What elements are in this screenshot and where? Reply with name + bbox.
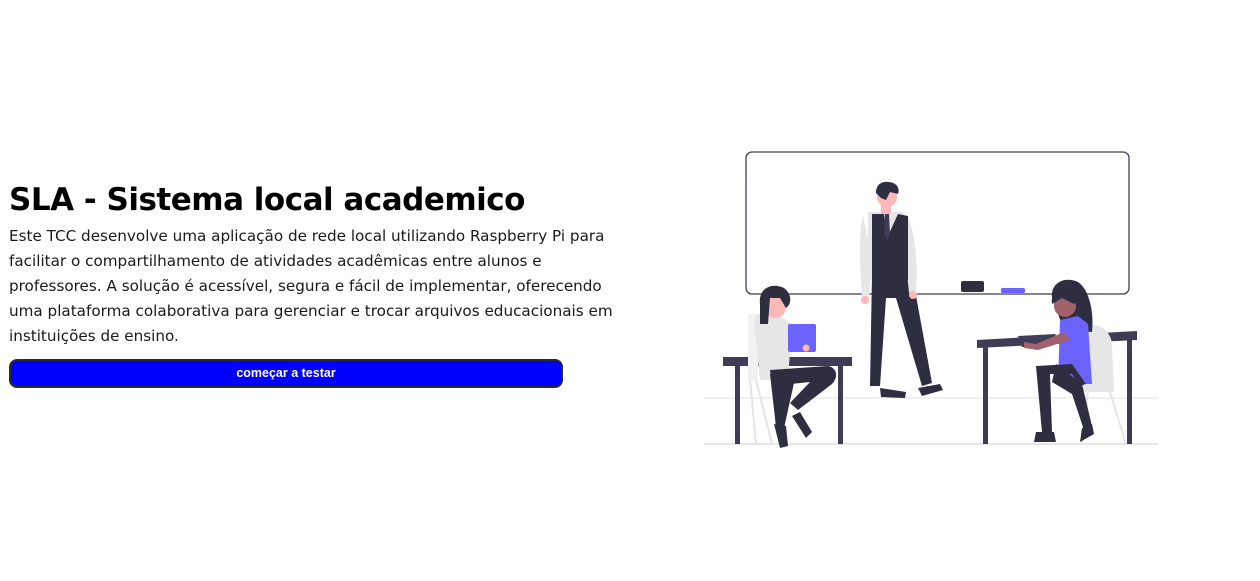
hero-description: Este TCC desenvolve uma aplicação de red… <box>9 227 613 345</box>
start-testing-button[interactable]: começar a testar <box>9 359 563 388</box>
page-title: SLA - Sistema local academico <box>9 182 525 218</box>
eraser-icon <box>961 281 984 292</box>
left-student-figure <box>748 285 837 448</box>
classroom-illustration <box>704 151 1158 448</box>
whiteboard <box>745 151 1130 295</box>
landing-page: SLA - Sistema local academico Este TCC d… <box>0 0 1260 581</box>
tablet-icon <box>788 324 816 352</box>
right-student-figure <box>1024 279 1127 445</box>
marker-icon <box>1001 288 1025 293</box>
hero-section: SLA - Sistema local academico Este TCC d… <box>9 180 649 388</box>
